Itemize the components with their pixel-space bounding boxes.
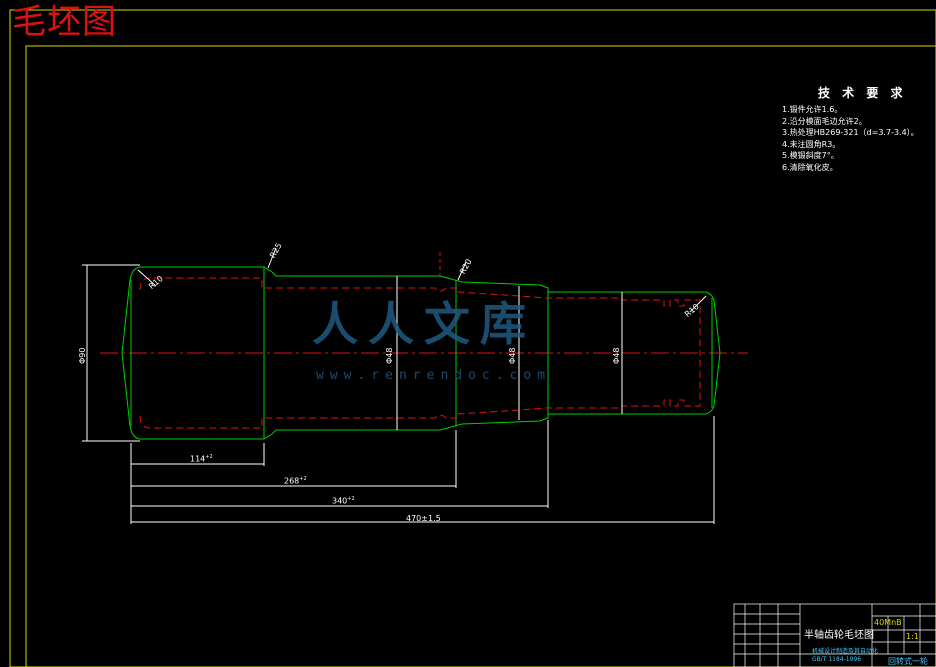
tech-requirements-title: 技 术 要 求: [818, 86, 907, 100]
school-line: 机械设计制造及其自动化: [812, 648, 879, 655]
watermark-logo: 人人文库: [312, 297, 536, 351]
dim-diameter-2: Φ48: [385, 347, 394, 364]
blank-drawing-stamp: 毛坯图: [12, 2, 117, 42]
dim-diameter-1: Φ90: [78, 347, 87, 364]
tech-requirement-item: 5.模锻斜度7°。: [782, 151, 839, 160]
tech-requirement-item: 6.清除氧化皮。: [782, 162, 838, 172]
footer-label: 回转式一轮: [888, 657, 928, 666]
scale: 1:1: [906, 632, 919, 641]
dim-tolerance: +2: [299, 476, 307, 482]
dim-value: 340: [332, 496, 348, 506]
dim-value: 114: [190, 454, 206, 464]
dim-length-268: 268+2: [284, 476, 307, 486]
dim-length-340: 340+2: [332, 496, 355, 506]
tech-requirement-item: 1.锻件允许1.6。: [782, 105, 843, 114]
tech-requirement-item: 2.沿分模面毛边允许2。: [782, 116, 867, 126]
length-dimensions: [130, 416, 715, 524]
dim-diameter-3: Φ48: [508, 347, 517, 364]
tech-requirements-list: 1.锻件允许1.6。 2.沿分模面毛边允许2。 3.热处理HB269-321（d…: [782, 104, 919, 173]
dim-length-114: 114+2: [190, 454, 213, 464]
dim-diameter-4: Φ48: [612, 347, 621, 364]
drawing-name: 半轴齿轮毛坯图: [804, 630, 874, 641]
material: 40MnB: [874, 618, 902, 627]
code-line: GB/T 1184-1996: [812, 656, 862, 663]
tech-requirement-item: 4.未注圆角R3。: [782, 139, 841, 149]
tech-requirement-item: 3.热处理HB269-321（d=3.7-3.4）。: [782, 128, 919, 137]
dim-value: 268: [284, 476, 300, 486]
dim-length-470: 470±1.5: [406, 514, 441, 523]
dim-tolerance: +2: [347, 496, 355, 502]
dim-tolerance: +2: [205, 454, 213, 460]
watermark-url: www.renrendoc.com: [316, 368, 552, 383]
